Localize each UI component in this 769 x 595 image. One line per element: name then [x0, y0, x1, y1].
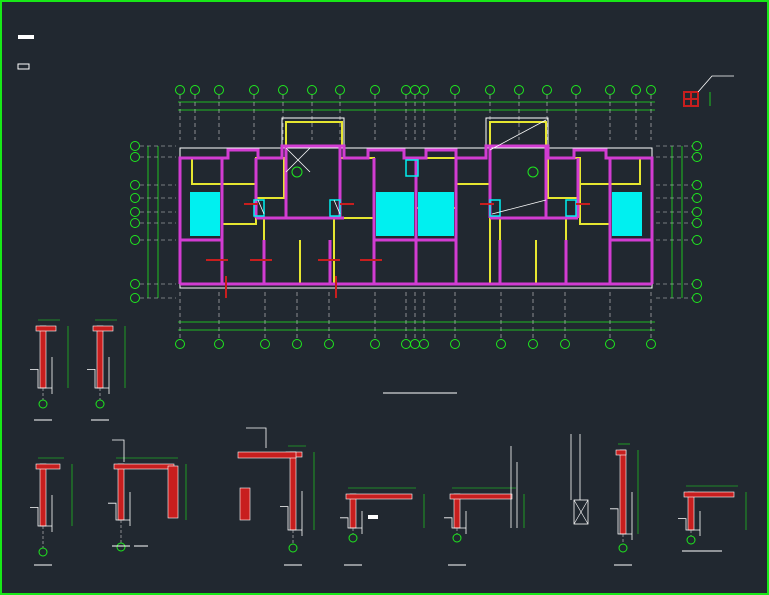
axis-bubble-right: [692, 235, 702, 245]
axis-bubble-left: [130, 193, 140, 203]
axis-bubble-top: [278, 85, 288, 95]
detail-label-mark: [368, 515, 378, 519]
detail-section-7: [678, 485, 747, 552]
axis-bubble-left: [130, 207, 140, 217]
axis-bubble-top: [307, 85, 317, 95]
detail-section-1: [30, 457, 73, 566]
axis-bubble-bottom: [605, 339, 615, 349]
detail-section-4: [340, 487, 425, 566]
floor-plan: [130, 85, 702, 394]
axis-bubble-right: [692, 207, 702, 217]
axis-bubble-top: [450, 85, 460, 95]
axis-bubble-right: [692, 293, 702, 303]
axis-bubble-top: [571, 85, 581, 95]
axis-bubble-bottom: [450, 339, 460, 349]
legend-mark: [17, 63, 30, 70]
detail-sections: [30, 319, 747, 566]
axis-bubble-bottom: [292, 339, 302, 349]
axis-bubble-right: [692, 152, 702, 162]
axis-bubble-top: [605, 85, 615, 95]
detail-section-6: [610, 443, 639, 566]
axis-bubble-left: [130, 293, 140, 303]
detail-section-3: [280, 445, 315, 566]
axis-bubble-top: [214, 85, 224, 95]
axis-bubble-top: [370, 85, 380, 95]
wall-lines: [178, 144, 654, 286]
detail-section-small-2: [87, 319, 126, 421]
axis-bubble-top: [410, 85, 420, 95]
axis-bubble-right: [692, 180, 702, 190]
detail-column: [239, 487, 251, 521]
axis-bubble-right: [692, 193, 702, 203]
axis-bubble-top: [335, 85, 345, 95]
cad-drawing: [17, 35, 747, 566]
axis-bubble-top: [631, 85, 641, 95]
axis-bubble-top: [485, 85, 495, 95]
axis-bubble-left: [130, 279, 140, 289]
axis-bubble-bottom: [496, 339, 506, 349]
axis-bubble-right: [692, 279, 702, 289]
axis-bubble-left: [130, 218, 140, 228]
detail-section-small-1: [30, 319, 69, 421]
detail-column: [167, 465, 179, 519]
stair-marker: [291, 166, 303, 178]
axis-bubble-left: [130, 152, 140, 162]
axis-bubble-left: [130, 141, 140, 151]
axis-bubble-bottom: [370, 339, 380, 349]
axis-bubble-top: [190, 85, 200, 95]
detail-beam: [237, 451, 297, 459]
axis-bubble-top: [419, 85, 429, 95]
axis-bubble-top: [249, 85, 259, 95]
axis-bubble-left: [130, 180, 140, 190]
axis-bubble-bottom: [646, 339, 656, 349]
axis-bubble-bottom: [401, 339, 411, 349]
stair-marker: [527, 166, 539, 178]
title-bar-mark: [18, 35, 34, 39]
detail-section-5: [444, 487, 525, 566]
axis-bubble-bottom: [214, 339, 224, 349]
axis-bubble-top: [175, 85, 185, 95]
axis-bubble-bottom: [175, 339, 185, 349]
axis-bubble-top: [401, 85, 411, 95]
axis-bubble-bottom: [410, 339, 420, 349]
axis-bubble-bottom: [260, 339, 270, 349]
axis-bubble-top: [646, 85, 656, 95]
axis-bubble-bottom: [324, 339, 334, 349]
axis-bubble-bottom: [419, 339, 429, 349]
axis-bubble-bottom: [528, 339, 538, 349]
axis-bubble-top: [542, 85, 552, 95]
axis-bubble-bottom: [560, 339, 570, 349]
axis-bubble-right: [692, 141, 702, 151]
column-legend: [683, 75, 734, 107]
axis-bubble-right: [692, 218, 702, 228]
axis-bubble-top: [514, 85, 524, 95]
axis-bubble-left: [130, 235, 140, 245]
